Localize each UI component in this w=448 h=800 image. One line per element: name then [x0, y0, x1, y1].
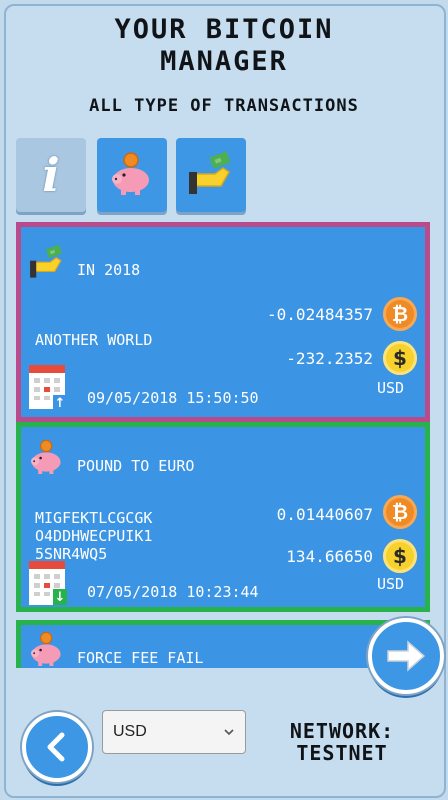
transactions-list[interactable]: IN 2018 -0.02484357 ₿ ANOTHER WORLD -232…	[16, 222, 432, 668]
back-button[interactable]	[22, 712, 92, 782]
transaction-card[interactable]: POUND TO EURO MIGFEKTLCGCGK O4DDHWECPUIK…	[16, 422, 430, 612]
title-line-2: MANAGER	[160, 46, 288, 77]
hand-money-icon	[30, 244, 63, 278]
fiat-amount: 134.66650	[286, 547, 373, 566]
bitcoin-icon: ₿	[383, 495, 417, 529]
currency-label: USD	[377, 575, 405, 593]
chevron-left-icon	[47, 732, 65, 762]
dollar-icon: $	[383, 539, 417, 573]
btc-amount: 0.01440607	[276, 505, 373, 524]
transaction-description-line: MIGFEKTLCGCGK	[35, 509, 153, 527]
next-button[interactable]	[368, 618, 444, 694]
arrow-down-icon: ↓	[53, 589, 67, 605]
btc-amount: -0.02484357	[267, 305, 373, 324]
bitcoin-icon: ₿	[383, 297, 417, 331]
transaction-date: 07/05/2018 10:23:44	[87, 583, 259, 601]
piggy-bank-icon	[112, 152, 149, 195]
transaction-title: FORCE FEE FAIL	[77, 649, 204, 667]
tab-info[interactable]: i	[16, 138, 86, 212]
piggy-bank-icon	[31, 631, 61, 666]
network-label: NETWORK:	[289, 719, 395, 743]
title-line-1: YOUR BITCOIN	[114, 14, 334, 45]
network-value: TESTNET	[296, 741, 388, 765]
transaction-title: POUND TO EURO	[77, 457, 195, 475]
currency-label: USD	[377, 379, 405, 397]
currency-select-value: USD	[113, 723, 147, 740]
chevron-down-icon	[224, 729, 234, 736]
dollar-icon: $	[383, 341, 417, 375]
piggy-bank-icon	[31, 439, 61, 474]
arrow-up-icon: ↑	[53, 395, 67, 411]
app-title: YOUR BITCOIN MANAGER	[0, 14, 448, 78]
hand-money-icon	[189, 151, 231, 194]
transaction-card[interactable]: IN 2018 -0.02484357 ₿ ANOTHER WORLD -232…	[16, 222, 430, 422]
transaction-description: ANOTHER WORLD	[35, 331, 153, 349]
transaction-description-line: O4DDHWECPUIK1	[35, 527, 153, 545]
transaction-date: 09/05/2018 15:50:50	[87, 389, 259, 407]
fiat-amount: -232.2352	[286, 349, 373, 368]
network-indicator: NETWORK: TESTNET	[262, 720, 422, 764]
info-icon: i	[42, 148, 60, 202]
currency-select[interactable]: USD	[102, 710, 246, 754]
page-subtitle: ALL TYPE OF TRANSACTIONS	[89, 96, 359, 116]
tab-savings[interactable]	[97, 138, 167, 212]
tab-transfers[interactable]	[176, 138, 246, 212]
transaction-title: IN 2018	[77, 261, 141, 279]
arrow-right-icon	[387, 640, 426, 672]
